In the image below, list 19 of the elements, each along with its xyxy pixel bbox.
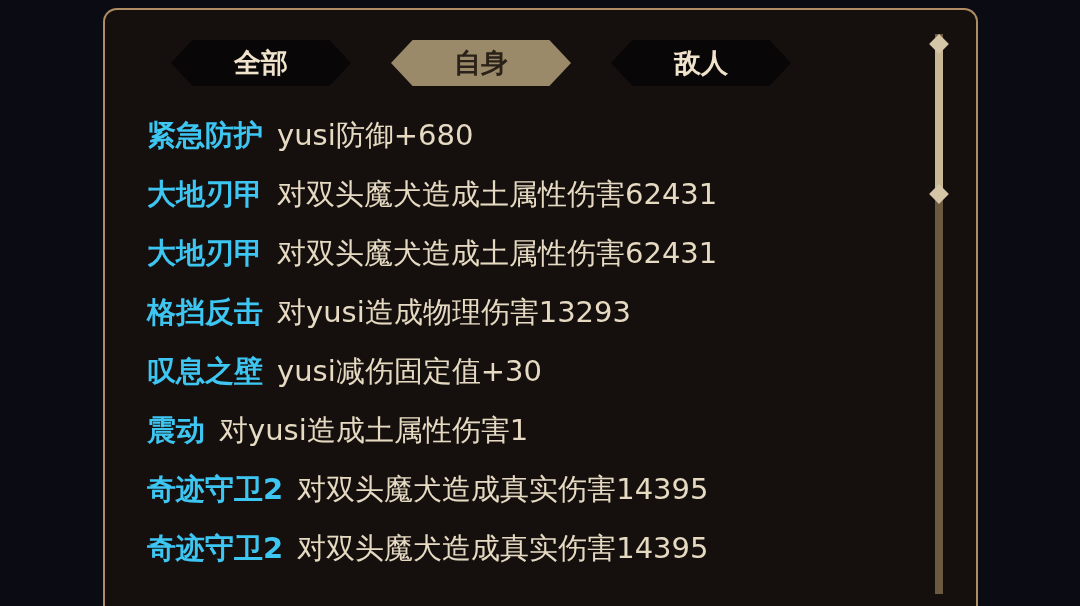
effect-text: 对双头魔犬造成土属性伤害62431 bbox=[277, 177, 718, 211]
effect-text: yusi减伤固定值+30 bbox=[277, 354, 542, 388]
tab[interactable]: 全部 bbox=[171, 40, 351, 86]
effect-text: 对yusi造成物理伤害13293 bbox=[277, 295, 631, 329]
effect-text: 对双头魔犬造成真实伤害14395 bbox=[297, 531, 709, 565]
effect-text: yusi防御+680 bbox=[277, 118, 474, 152]
skill-name: 紧急防护 bbox=[147, 118, 263, 152]
effect-text: 对yusi造成土属性伤害1 bbox=[219, 413, 529, 447]
effect-text: 对双头魔犬造成真实伤害14395 bbox=[297, 472, 709, 506]
tab[interactable]: 敌人 bbox=[611, 40, 791, 86]
skill-name: 震动 bbox=[147, 413, 205, 447]
skill-name: 格挡反击 bbox=[147, 295, 263, 329]
skill-name: 大地刃甲 bbox=[147, 236, 263, 270]
skill-name: 叹息之壁 bbox=[147, 354, 263, 388]
skill-name: 大地刃甲 bbox=[147, 177, 263, 211]
skill-name: 奇迹守卫2 bbox=[147, 531, 284, 565]
tab[interactable]: 自身 bbox=[391, 40, 571, 86]
effect-text: 对双头魔犬造成土属性伤害62431 bbox=[277, 236, 718, 270]
skill-name: 奇迹守卫2 bbox=[147, 472, 284, 506]
